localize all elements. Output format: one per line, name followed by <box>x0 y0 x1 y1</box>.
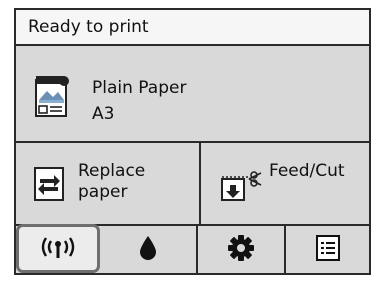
status-bar: Ready to print <box>16 10 369 46</box>
tab-menu[interactable] <box>286 226 369 273</box>
replace-paper-label: Replace paper <box>78 161 145 203</box>
paper-type-label: Plain Paper <box>92 78 187 98</box>
tab-settings[interactable] <box>198 226 286 273</box>
ink-drop-icon <box>138 235 158 265</box>
paper-roll-icon <box>34 74 72 122</box>
tab-ink[interactable] <box>100 226 198 273</box>
paper-size-label: A3 <box>92 104 115 124</box>
tab-bar <box>16 224 369 273</box>
list-menu-icon <box>315 234 340 265</box>
replace-paper-button[interactable]: Replace paper <box>16 143 201 224</box>
replace-label-line1: Replace <box>78 161 146 181</box>
paper-info-button[interactable]: Plain Paper A3 <box>16 48 369 143</box>
gear-icon <box>227 234 255 266</box>
status-text: Ready to print <box>28 17 149 37</box>
printer-control-panel: Ready to print Plain Paper A3 Replace pa… <box>14 8 371 275</box>
feed-cut-icon <box>221 171 263 205</box>
replace-label-line2: paper <box>78 182 128 202</box>
replace-paper-icon <box>34 167 64 205</box>
wireless-signal-icon <box>38 234 78 264</box>
feed-cut-button[interactable]: Feed/Cut <box>201 143 369 224</box>
feed-cut-label: Feed/Cut <box>269 161 345 181</box>
tab-network[interactable] <box>16 224 100 273</box>
action-row: Replace paper Feed/Cut <box>16 143 369 226</box>
